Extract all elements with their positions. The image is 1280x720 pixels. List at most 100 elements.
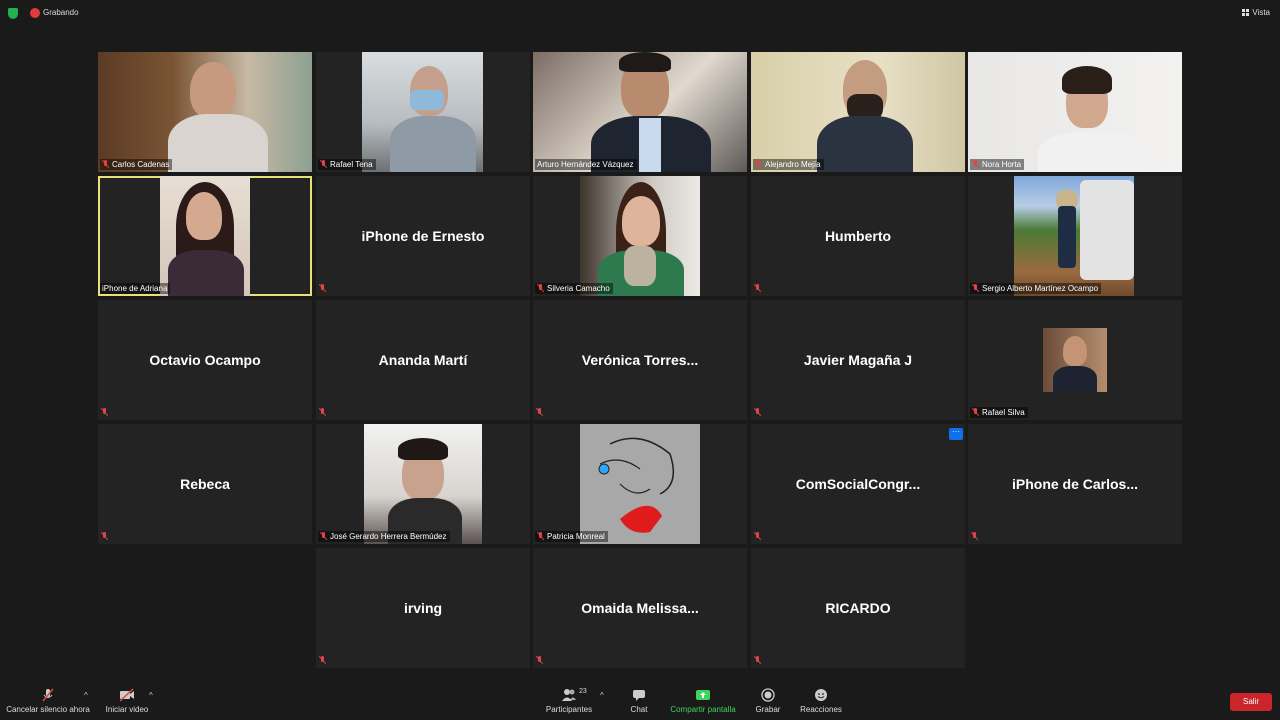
mic-muted-icon [536,656,543,664]
mic-muted-icon [972,408,979,416]
participants-options-caret-icon[interactable]: ^ [600,691,604,700]
participants-label: Participantes [545,705,593,714]
participant-label: Rafael Silva [970,407,1028,418]
recording-icon [30,8,40,18]
participant-name: RICARDO [825,600,891,616]
participant-label: Patricia Monreal [535,531,608,542]
participant-tile[interactable]: Rebeca [98,424,312,544]
participant-tile[interactable]: Nora Horta [968,52,1182,172]
participant-video [533,52,747,172]
share-screen-button[interactable]: Compartir pantalla [668,684,738,720]
mic-muted-icon [754,656,761,664]
participant-tile[interactable]: Rafael Tena [316,52,530,172]
mic-muted-icon [102,160,109,168]
participant-avatar-drawing [580,424,700,544]
recording-label: Grabando [43,8,79,17]
participant-label: Arturo Hernández Vázquez [535,159,637,170]
start-video-label: Iniciar video [105,705,149,714]
reactions-smiley-icon [815,689,827,701]
mic-muted-icon [537,284,544,292]
participant-video [968,52,1182,172]
video-off-icon [119,688,134,702]
view-button[interactable]: Vista [1242,8,1270,17]
record-icon [761,688,775,702]
participant-tile[interactable]: Arturo Hernández Vázquez [533,52,747,172]
audio-options-caret-icon[interactable]: ^ [84,691,88,700]
top-bar: Grabando Vista [0,0,1280,26]
participant-video [362,52,483,172]
mic-muted-icon [320,532,327,540]
video-options-caret-icon[interactable]: ^ [149,691,153,700]
participant-tile-active-speaker[interactable]: iPhone de Adriana [98,176,312,296]
mic-muted-icon [536,408,543,416]
chat-icon [633,690,645,701]
participant-video [364,424,482,544]
participant-tile[interactable]: iPhone de Carlos... [968,424,1182,544]
mic-muted-icon [319,284,326,292]
participant-tile[interactable]: Sergio Alberto Martínez Ocampo [968,176,1182,296]
mic-muted-icon [101,532,108,540]
chat-label: Chat [630,705,648,714]
participant-tile[interactable]: iPhone de Ernesto [316,176,530,296]
mic-muted-icon [972,284,979,292]
participant-tile[interactable]: Ananda Martí [316,300,530,420]
participant-label: Nora Horta [970,159,1025,170]
unmute-label: Cancelar silencio ahora [6,705,90,714]
mic-muted-icon [537,532,544,540]
participant-tile[interactable]: Javier Magaña J [751,300,965,420]
participant-video [751,52,965,172]
participant-name: Verónica Torres... [581,352,699,368]
view-label: Vista [1252,8,1270,17]
participants-button[interactable]: Participantes [543,684,595,720]
mic-muted-icon [320,160,327,168]
start-video-button[interactable]: Iniciar video [102,684,152,720]
participant-tile[interactable]: Carlos Cadenas [98,52,312,172]
share-screen-label: Compartir pantalla [670,705,736,714]
participant-tile[interactable]: Humberto [751,176,965,296]
participant-name: iPhone de Ernesto [361,228,485,244]
participant-name: Ananda Martí [378,352,468,368]
participant-label: Silveria Camacho [535,283,613,294]
participant-label: José Gerardo Herrera Bermúdez [318,531,450,542]
unmute-button[interactable]: Cancelar silencio ahora [4,684,92,720]
mic-muted-icon [101,408,108,416]
chat-button[interactable]: Chat [622,684,656,720]
share-screen-icon [696,690,710,700]
participant-label: Carlos Cadenas [100,159,173,170]
mic-muted-icon [319,656,326,664]
participant-tile[interactable]: Rafael Silva [968,300,1182,420]
participant-tile[interactable]: Verónica Torres... [533,300,747,420]
mic-muted-icon [972,160,979,168]
grid-icon [1242,9,1250,16]
participant-tile[interactable]: Patricia Monreal [533,424,747,544]
participant-name: Octavio Ocampo [149,352,261,368]
participant-video [160,176,250,296]
participant-tile[interactable]: Omaida Melissa... [533,548,747,668]
participant-tile[interactable]: Octavio Ocampo [98,300,312,420]
participant-tile[interactable]: Alejandro Mejía [751,52,965,172]
record-button[interactable]: Grabar [752,684,784,720]
participant-tile[interactable]: irving [316,548,530,668]
shield-icon[interactable] [8,8,18,19]
more-options-button[interactable]: ··· [949,428,963,440]
participant-video [580,176,700,296]
participant-label: Rafael Tena [318,159,376,170]
participants-icon [562,689,576,701]
participants-count: 23 [579,688,587,695]
participant-tile[interactable]: ··· ComSocialCongr... [751,424,965,544]
mic-muted-icon [754,532,761,540]
participant-label: Alejandro Mejía [753,159,824,170]
participant-video [98,52,312,172]
participant-video [1014,176,1134,296]
participant-name: irving [403,600,443,616]
participant-name: Humberto [824,228,892,244]
participant-tile[interactable]: RICARDO [751,548,965,668]
reactions-button[interactable]: Reacciones [798,684,844,720]
participant-name: Javier Magaña J [803,352,913,368]
participant-tile[interactable]: Silveria Camacho [533,176,747,296]
participant-tile[interactable]: José Gerardo Herrera Bermúdez [316,424,530,544]
mic-muted-icon [971,532,978,540]
participant-photo [1043,328,1107,392]
leave-meeting-button[interactable]: Salir [1230,693,1272,711]
sketch-portrait-icon [598,437,675,533]
